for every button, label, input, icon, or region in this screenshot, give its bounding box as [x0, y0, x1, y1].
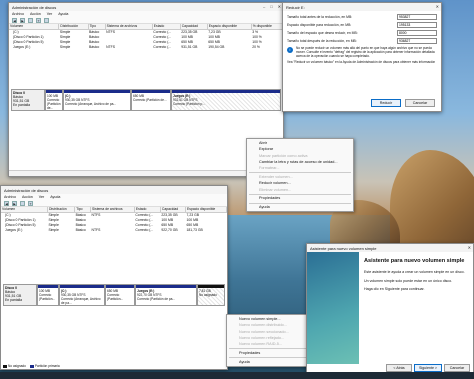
- refresh-icon[interactable]: [44, 17, 49, 23]
- partition-system-2[interactable]: 100 MB Correcto (Partición...: [37, 284, 59, 306]
- taskbar: [0, 372, 474, 379]
- title-bar: Administración de discos – □ ✕: [9, 3, 283, 11]
- back-icon[interactable]: ◀: [4, 200, 9, 206]
- available-size-label: Espacio disponible para reducción, en MB…: [287, 23, 352, 27]
- back-icon[interactable]: ◀: [12, 17, 17, 23]
- disk-management-window: Administración de discos – □ ✕ Archivo Acc…: [8, 2, 284, 177]
- menu-item[interactable]: Ayuda: [247, 204, 353, 210]
- forward-icon[interactable]: ▶: [20, 17, 25, 23]
- menu-item: Formatear...: [259, 166, 280, 171]
- shrink-amount-input[interactable]: [397, 30, 437, 36]
- menu-ver-2[interactable]: Ver: [39, 195, 44, 199]
- partition-c[interactable]: (C:) 930,35 GB NTFS Correcto (Arranque, Ar…: [63, 89, 131, 111]
- help-icon[interactable]: ?: [36, 17, 41, 23]
- menu-ayuda[interactable]: Ayuda: [58, 12, 68, 16]
- wizard-close-button[interactable]: ✕: [468, 245, 471, 250]
- shrink-info-text: No se puede reducir un volumen más allá …: [296, 46, 435, 58]
- forward-icon[interactable]: ▶: [12, 200, 17, 206]
- properties-icon[interactable]: [20, 200, 25, 206]
- shrink-help-text: Vea "Reducir un volumen básico" en la Ay…: [287, 60, 436, 65]
- disk-label[interactable]: Disco 0 Básico 931,51 GB En pantalla: [11, 89, 45, 111]
- title-bar-2: Administración de discos: [1, 186, 227, 194]
- status-bar: [9, 170, 283, 176]
- menu-separator: [249, 193, 351, 195]
- menu-separator: [229, 348, 315, 349]
- wizard-p3: Haga clic en Siguiente para continuar.: [364, 287, 425, 292]
- partition-juegos-e[interactable]: Juegos (E:) 931,51 GB NTFS Correcto (Parti…: [171, 89, 281, 111]
- menu-ayuda-2[interactable]: Ayuda: [50, 195, 60, 199]
- disk-0-row: Disco 0 Básico 931,51 GB En pantalla 100…: [11, 89, 281, 111]
- menu-separator: [229, 357, 315, 358]
- menu-separator: [249, 202, 351, 204]
- shrink-button[interactable]: Reducir: [371, 99, 401, 107]
- disk-management-window-2: Administración de discos Archivo Acción …: [0, 185, 228, 370]
- final-size-field: [397, 38, 437, 44]
- window-title: Administración de discos: [12, 4, 57, 10]
- menu-item[interactable]: Propiedades: [247, 195, 353, 201]
- dialog-close-button[interactable]: ✕: [436, 4, 439, 9]
- wizard-banner: [307, 252, 359, 364]
- shrink-dialog: Reducir E: ✕ Tamaño total antes de la re…: [282, 2, 442, 112]
- partition-context-menu: Abrir Explorar Marcar partición como activ…: [246, 138, 354, 213]
- menu-archivo-2[interactable]: Archivo: [4, 195, 16, 199]
- partition-recovery[interactable]: 650 MB Correcto (Partición de...: [131, 89, 171, 111]
- wizard-p2: Un volumen simple solo puede estar en un…: [364, 278, 453, 283]
- volume-table-2: Volumen Distribución Tipo Sistema de archiv…: [1, 207, 227, 232]
- partition-c-2[interactable]: (C:) 930,35 GB NTFS Correcto (Arranque, Ar…: [59, 284, 105, 306]
- available-size-field: [397, 22, 437, 28]
- menu-accion[interactable]: Acción: [30, 12, 41, 16]
- menu-item[interactable]: Ayuda: [227, 359, 317, 365]
- legend: No asignado Partición primaria: [3, 364, 60, 368]
- partition-system[interactable]: 100 MB Correcto (Partición de...: [45, 89, 63, 111]
- disk-0-row-2: Disco 0 Básico 931,51 GB En pantalla 100…: [3, 284, 225, 306]
- menu-item: Eliminar volumen...: [259, 187, 292, 192]
- close-button[interactable]: ✕: [278, 4, 281, 9]
- menu-separator: [249, 172, 351, 173]
- wizard-heading: Asistente para nuevo volumen simple: [364, 258, 465, 264]
- back-button[interactable]: < Atrás: [386, 363, 412, 372]
- properties-icon[interactable]: [28, 17, 33, 23]
- help-icon[interactable]: ?: [28, 200, 33, 206]
- disk-label-2[interactable]: Disco 0 Básico 931,51 GB En pantalla: [3, 284, 37, 306]
- window-title-2: Administración de discos: [4, 187, 49, 193]
- menu-archivo[interactable]: Archivo: [12, 12, 24, 16]
- menu-item[interactable]: Propiedades: [227, 350, 317, 356]
- unallocated-context-menu: Nuevo volumen simple... Nuevo volumen dis…: [226, 314, 318, 368]
- maximize-button[interactable]: □: [270, 4, 272, 9]
- total-size-field: [397, 14, 437, 20]
- partition-recovery-2[interactable]: 650 MB Correcto (Partición...: [105, 284, 135, 306]
- menu-accion-2[interactable]: Acción: [22, 195, 33, 199]
- volume-table: Volumen Distribución Tipo Sistema de archiv…: [9, 24, 283, 49]
- menu-ver[interactable]: Ver: [47, 12, 52, 16]
- legend-primary: Partición primaria: [29, 364, 60, 368]
- toolbar: ◀ ▶ ?: [9, 17, 283, 24]
- next-button[interactable]: Siguiente >: [414, 363, 442, 372]
- cancel-button[interactable]: Cancelar: [405, 99, 435, 107]
- legend-unallocated: No asignado: [3, 364, 26, 368]
- wizard-title: Asistente para nuevo volumen simple: [310, 245, 377, 251]
- total-size-label: Tamaño total antes de la reducción, en M…: [287, 15, 353, 19]
- wizard-p1: Este asistente le ayuda a crear un volum…: [364, 270, 465, 275]
- wizard-cancel-button[interactable]: Cancelar: [444, 363, 470, 372]
- dialog-title-bar: Reducir E: ✕: [283, 3, 441, 11]
- partition-unallocated[interactable]: 7,81 GB No asignado: [197, 284, 225, 306]
- final-size-label: Tamaño total después de la reducción, en…: [287, 39, 357, 43]
- shrink-amount-label: Tamaño del espacio que desea reducir, en…: [287, 31, 358, 35]
- dialog-title: Reducir E:: [286, 4, 305, 10]
- new-volume-wizard: Asistente para nuevo volumen simple ✕ As…: [306, 243, 474, 375]
- toolbar-2: ◀ ▶ ?: [1, 200, 227, 207]
- wizard-title-bar: Asistente para nuevo volumen simple ✕: [307, 244, 473, 252]
- info-icon: i: [287, 47, 293, 53]
- minimize-button[interactable]: –: [263, 4, 265, 9]
- partition-juegos-e-2[interactable]: Juegos (E:) 922,70 GB NTFS Correcto (Parti…: [135, 284, 197, 306]
- menu-item: Nuevo volumen RAID-5...: [239, 342, 283, 347]
